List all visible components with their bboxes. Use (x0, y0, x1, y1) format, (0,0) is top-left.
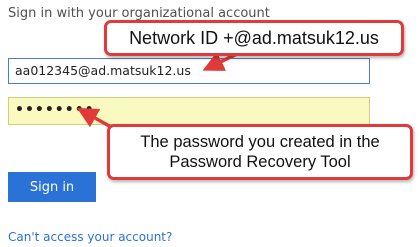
password-callout-line2: Password Recovery Tool (169, 153, 351, 171)
network-id-callout-text: Network ID +@ad.matsuk12.us (129, 28, 379, 48)
password-callout-line1: The password you created in the (140, 133, 380, 151)
network-id-callout: Network ID +@ad.matsuk12.us (104, 20, 404, 56)
password-callout: The password you created in the Password… (107, 124, 413, 180)
